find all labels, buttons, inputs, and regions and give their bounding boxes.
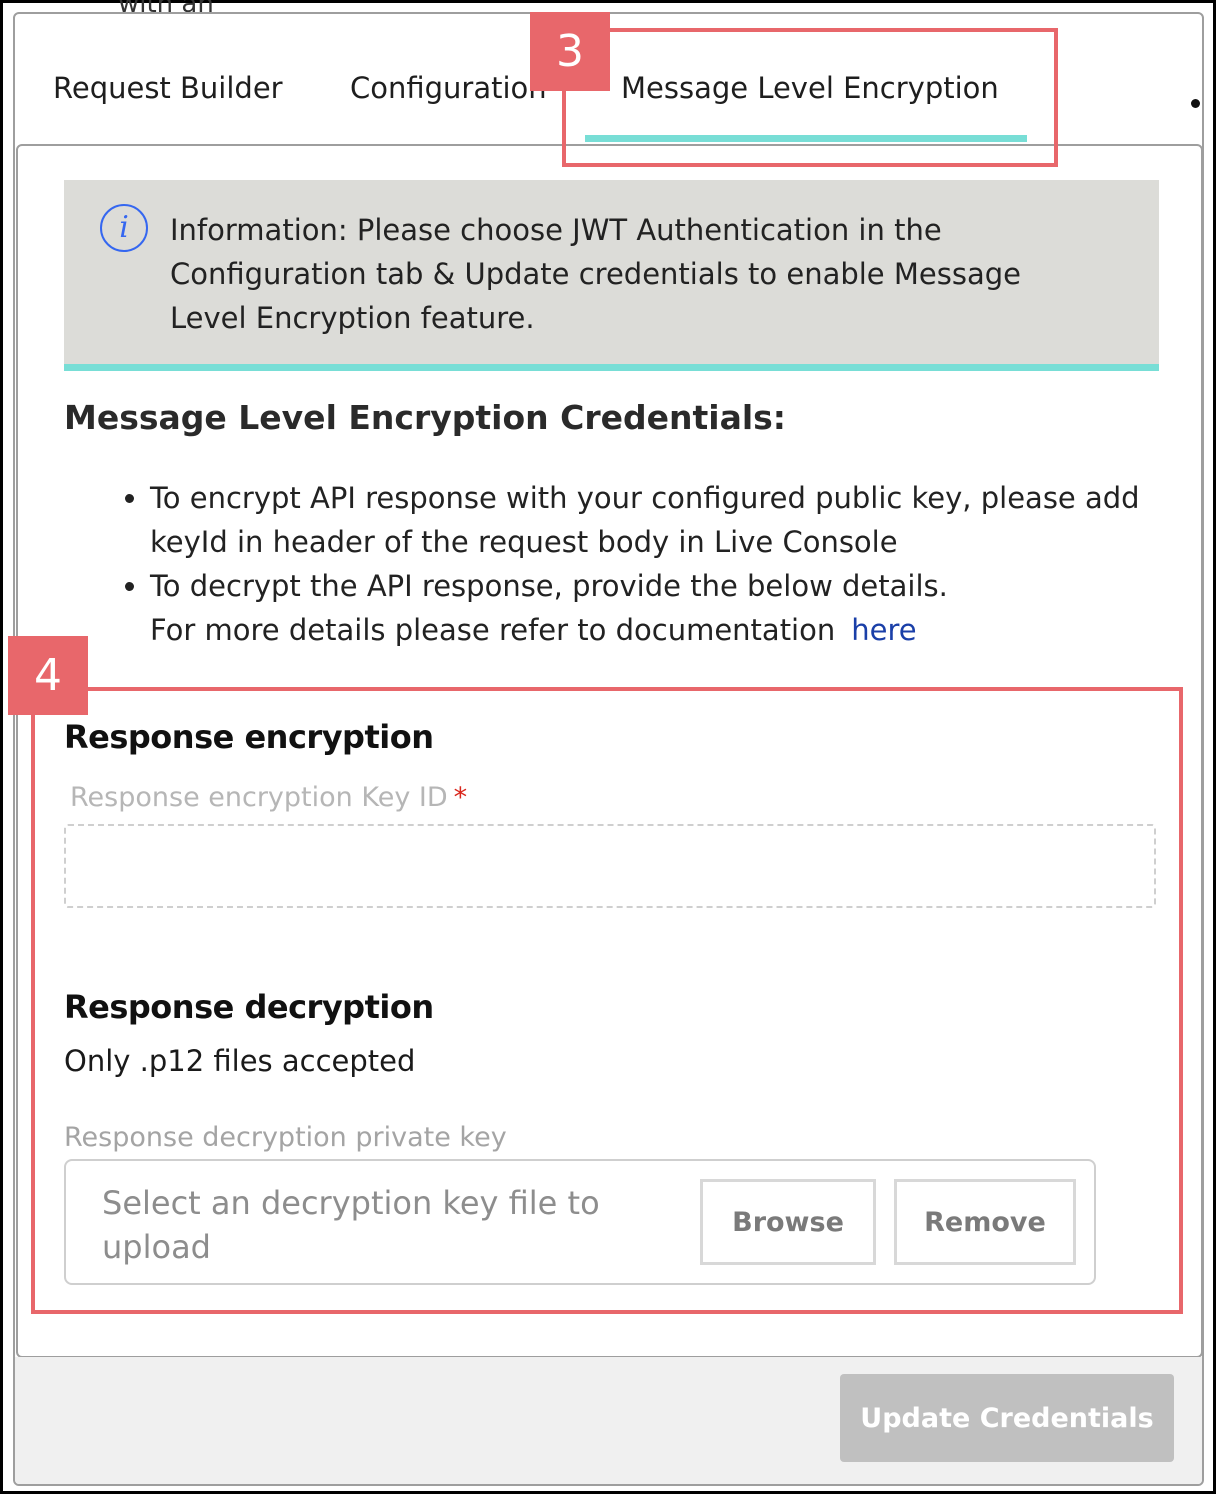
private-key-label: Response decryption private key bbox=[64, 1122, 507, 1153]
bullet-text: For more details please refer to documen… bbox=[150, 613, 836, 647]
tab-message-level-encryption[interactable]: Message Level Encryption bbox=[621, 71, 999, 105]
instructions-list: To encrypt API response with your config… bbox=[106, 476, 1180, 652]
file-upload-field[interactable]: Select an decryption key file to upload … bbox=[64, 1159, 1096, 1285]
documentation-link[interactable]: here bbox=[851, 613, 916, 647]
list-item: To decrypt the API response, provide the… bbox=[150, 564, 1180, 652]
bullet-text: To decrypt the API response, provide the… bbox=[150, 569, 948, 603]
api-console-window: Request Builder Configuration Message Le… bbox=[13, 12, 1204, 1486]
bullet-text: To encrypt API response with your config… bbox=[150, 481, 1140, 559]
credentials-title: Message Level Encryption Credentials: bbox=[64, 398, 786, 437]
browse-button[interactable]: Browse bbox=[700, 1179, 876, 1265]
info-icon: i bbox=[100, 204, 148, 252]
required-marker: * bbox=[453, 782, 468, 813]
response-encryption-title: Response encryption bbox=[64, 718, 434, 756]
overflow-dot-icon[interactable] bbox=[1191, 99, 1200, 108]
tab-configuration[interactable]: Configuration bbox=[350, 71, 547, 105]
callout-badge-3: 3 bbox=[530, 12, 610, 91]
list-item: To encrypt API response with your config… bbox=[150, 476, 1180, 564]
encryption-panel: i Information: Please choose JWT Authent… bbox=[16, 144, 1202, 1358]
active-tab-indicator bbox=[585, 135, 1027, 142]
info-banner: i Information: Please choose JWT Authent… bbox=[64, 180, 1159, 371]
key-id-input[interactable] bbox=[64, 824, 1156, 908]
info-text: Information: Please choose JWT Authentic… bbox=[170, 213, 1021, 335]
key-id-label: Response encryption Key ID * bbox=[70, 782, 468, 813]
response-decryption-title: Response decryption bbox=[64, 988, 434, 1026]
tab-request-builder[interactable]: Request Builder bbox=[53, 71, 283, 105]
file-type-note: Only .p12 files accepted bbox=[64, 1044, 416, 1078]
upload-placeholder: Select an decryption key file to upload bbox=[102, 1184, 600, 1266]
remove-button[interactable]: Remove bbox=[894, 1179, 1076, 1265]
callout-badge-4: 4 bbox=[8, 636, 88, 715]
screenshot-frame: with an Request Builder Configuration Me… bbox=[3, 0, 1213, 1491]
footer-bar: Update Credentials bbox=[15, 1357, 1202, 1484]
update-credentials-button[interactable]: Update Credentials bbox=[840, 1374, 1174, 1462]
